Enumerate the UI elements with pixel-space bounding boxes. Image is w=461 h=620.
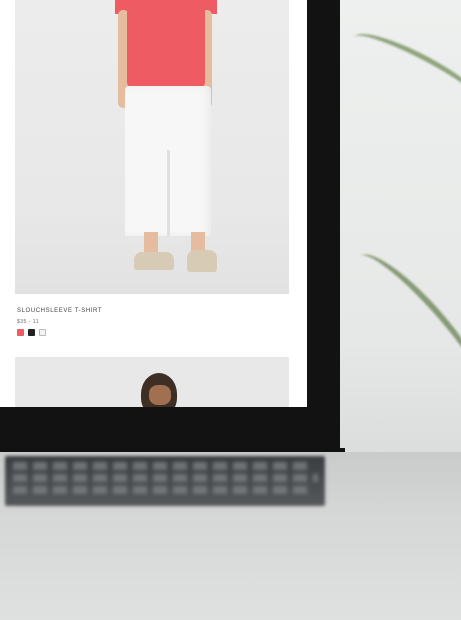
key-row xyxy=(13,462,313,470)
product-photo[interactable] xyxy=(15,0,289,294)
swatch-red[interactable] xyxy=(17,329,24,336)
key-row xyxy=(13,486,311,494)
laptop-screen: SLOUCHSLEEVE T-SHIRT $35 · 11 xyxy=(0,0,307,407)
photo-scene: SLOUCHSLEEVE T-SHIRT $35 · 11 xyxy=(0,0,461,620)
swatch-white[interactable] xyxy=(39,329,46,336)
model-leg xyxy=(144,232,158,254)
model-tshirt xyxy=(127,0,205,88)
laptop-lid: SLOUCHSLEEVE T-SHIRT $35 · 11 xyxy=(0,0,340,452)
color-swatches xyxy=(17,329,46,336)
plant-leaf xyxy=(342,240,461,406)
model-sandal xyxy=(134,252,174,270)
swatch-black[interactable] xyxy=(28,329,35,336)
product-price: $35 · 11 xyxy=(17,319,39,325)
model-face xyxy=(149,385,171,405)
model-sandal xyxy=(187,250,217,272)
product-name[interactable]: SLOUCHSLEEVE T-SHIRT xyxy=(17,308,102,314)
key-row xyxy=(13,474,318,482)
pants-fold xyxy=(167,150,170,236)
product-photo[interactable] xyxy=(15,357,289,407)
laptop-keyboard xyxy=(5,456,325,506)
plant-leaf xyxy=(345,21,461,124)
